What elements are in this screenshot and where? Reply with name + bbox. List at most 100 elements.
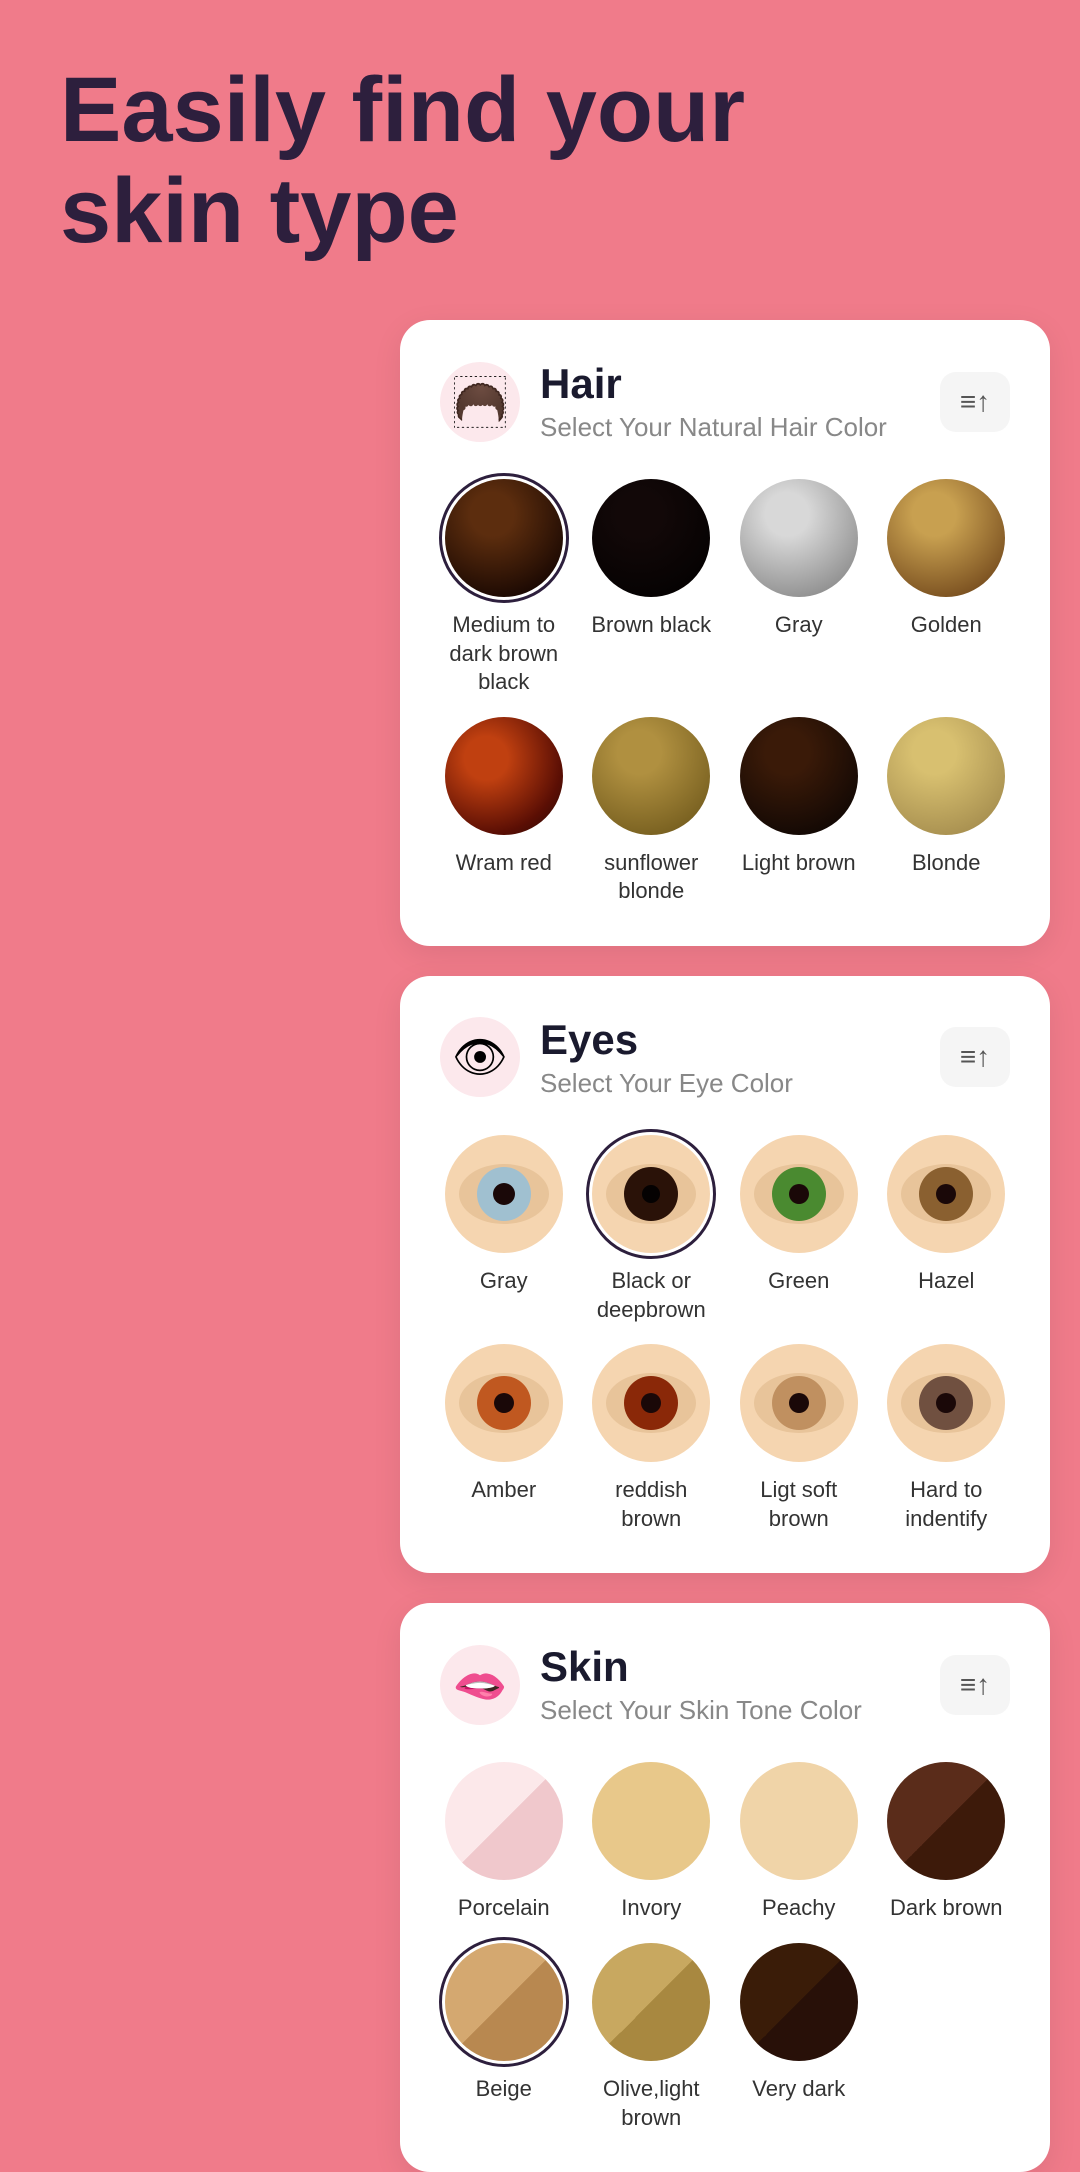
skin-circle-ivory	[592, 1762, 710, 1880]
skin-icon-bg: 🫦	[440, 1645, 520, 1725]
hair-label-gray: Gray	[775, 611, 823, 640]
eye-label-ligt-soft: Ligt soft brown	[735, 1476, 863, 1533]
eye-label-gray: Gray	[480, 1267, 528, 1296]
skin-filter-icon: ≡↑	[960, 1669, 990, 1701]
hair-label-brown-black: Brown black	[591, 611, 711, 640]
eyes-card: 👁 Eyes Select Your Eye Color ≡↑	[400, 976, 1050, 1573]
hair-filter-button[interactable]: ≡↑	[940, 372, 1010, 432]
hair-circle-golden	[887, 479, 1005, 597]
hair-color-warm-red[interactable]: Wram red	[440, 717, 568, 906]
eye-color-gray[interactable]: Gray	[440, 1135, 568, 1324]
eyes-filter-button[interactable]: ≡↑	[940, 1027, 1010, 1087]
hair-title: Hair	[540, 360, 887, 408]
eye-color-reddish[interactable]: reddish brown	[588, 1344, 716, 1533]
eye-circle-green	[740, 1135, 858, 1253]
hair-color-sunflower[interactable]: sunflower blonde	[588, 717, 716, 906]
eyes-color-grid: Gray Black or deepbrown	[440, 1135, 1010, 1533]
skin-card-header: 🫦 Skin Select Your Skin Tone Color ≡↑	[440, 1643, 1010, 1726]
eye-label-black-deep: Black or deepbrown	[588, 1267, 716, 1324]
skin-label-olive-light: Olive,light brown	[588, 2075, 716, 2132]
eye-circle-hazel	[887, 1135, 1005, 1253]
eye-circle-gray	[445, 1135, 563, 1253]
eye-color-hazel[interactable]: Hazel	[883, 1135, 1011, 1324]
skin-circle-very-dark	[740, 1943, 858, 2061]
skin-title-group: Skin Select Your Skin Tone Color	[540, 1643, 862, 1726]
eye-circle-amber	[445, 1344, 563, 1462]
hair-label-light-brown: Light brown	[742, 849, 856, 878]
skin-circle-dark-brown	[887, 1762, 1005, 1880]
skin-color-porcelain[interactable]: Porcelain	[440, 1762, 568, 1923]
eye-circle-ligt-soft	[740, 1344, 858, 1462]
hair-circle-warm-red	[445, 717, 563, 835]
eyes-header-left: 👁 Eyes Select Your Eye Color	[440, 1016, 793, 1099]
hair-color-golden[interactable]: Golden	[883, 479, 1011, 697]
eye-label-reddish: reddish brown	[588, 1476, 716, 1533]
skin-circle-olive-light	[592, 1943, 710, 2061]
hair-filter-icon: ≡↑	[960, 386, 990, 418]
eye-color-amber[interactable]: Amber	[440, 1344, 568, 1533]
skin-circle-peachy	[740, 1762, 858, 1880]
eye-color-green[interactable]: Green	[735, 1135, 863, 1324]
eye-color-hard[interactable]: Hard to indentify	[883, 1344, 1011, 1533]
eye-circle-reddish	[592, 1344, 710, 1462]
eyes-title: Eyes	[540, 1016, 793, 1064]
skin-label-ivory: Invory	[621, 1894, 681, 1923]
hair-header-left: 🦱 Hair Select Your Natural Hair Color	[440, 360, 887, 443]
hair-label-medium-dark: Medium to dark brown black	[440, 611, 568, 697]
eye-color-ligt-soft[interactable]: Ligt soft brown	[735, 1344, 863, 1533]
eyes-subtitle: Select Your Eye Color	[540, 1068, 793, 1099]
skin-circle-beige	[445, 1943, 563, 2061]
skin-label-peachy: Peachy	[762, 1894, 835, 1923]
hair-color-gray[interactable]: Gray	[735, 479, 863, 697]
eye-label-hazel: Hazel	[918, 1267, 974, 1296]
eyes-filter-icon: ≡↑	[960, 1041, 990, 1073]
hair-color-brown-black[interactable]: Brown black	[588, 479, 716, 697]
eye-label-green: Green	[768, 1267, 829, 1296]
hair-label-golden: Golden	[911, 611, 982, 640]
hero-section: Easily find your skin type	[60, 60, 745, 262]
hair-color-blonde[interactable]: Blonde	[883, 717, 1011, 906]
skin-color-grid: Porcelain Invory Peachy Dark brown Beige	[440, 1762, 1010, 2132]
skin-color-peachy[interactable]: Peachy	[735, 1762, 863, 1923]
skin-icon: 🫦	[453, 1659, 508, 1711]
skin-label-porcelain: Porcelain	[458, 1894, 550, 1923]
hair-circle-sunflower	[592, 717, 710, 835]
hair-circle-blonde	[887, 717, 1005, 835]
skin-title: Skin	[540, 1643, 862, 1691]
hair-title-group: Hair Select Your Natural Hair Color	[540, 360, 887, 443]
eye-circle-black-deep	[592, 1135, 710, 1253]
skin-header-left: 🫦 Skin Select Your Skin Tone Color	[440, 1643, 862, 1726]
skin-color-olive-light[interactable]: Olive,light brown	[588, 1943, 716, 2132]
hair-label-warm-red: Wram red	[456, 849, 552, 878]
eye-circle-hard	[887, 1344, 1005, 1462]
skin-label-very-dark: Very dark	[752, 2075, 845, 2104]
eye-label-amber: Amber	[471, 1476, 536, 1505]
hair-color-light-brown[interactable]: Light brown	[735, 717, 863, 906]
skin-circle-porcelain	[445, 1762, 563, 1880]
hair-label-blonde: Blonde	[912, 849, 981, 878]
hair-color-medium-dark[interactable]: Medium to dark brown black	[440, 479, 568, 697]
skin-color-dark-brown[interactable]: Dark brown	[883, 1762, 1011, 1923]
hair-card: 🦱 Hair Select Your Natural Hair Color ≡↑…	[400, 320, 1050, 946]
hair-circle-light-brown	[740, 717, 858, 835]
hair-circle-gray	[740, 479, 858, 597]
hair-icon-bg: 🦱	[440, 362, 520, 442]
skin-subtitle: Select Your Skin Tone Color	[540, 1695, 862, 1726]
eyes-icon: 👁	[452, 1031, 508, 1083]
hair-label-sunflower: sunflower blonde	[588, 849, 716, 906]
eyes-card-header: 👁 Eyes Select Your Eye Color ≡↑	[440, 1016, 1010, 1099]
skin-color-beige[interactable]: Beige	[440, 1943, 568, 2132]
skin-filter-button[interactable]: ≡↑	[940, 1655, 1010, 1715]
eye-color-black-deep[interactable]: Black or deepbrown	[588, 1135, 716, 1324]
hair-circle-brown-black	[592, 479, 710, 597]
skin-color-ivory[interactable]: Invory	[588, 1762, 716, 1923]
hero-title: Easily find your skin type	[60, 60, 745, 262]
hair-card-header: 🦱 Hair Select Your Natural Hair Color ≡↑	[440, 360, 1010, 443]
skin-label-beige: Beige	[476, 2075, 532, 2104]
eyes-icon-bg: 👁	[440, 1017, 520, 1097]
skin-color-very-dark[interactable]: Very dark	[735, 1943, 863, 2132]
skin-card: 🫦 Skin Select Your Skin Tone Color ≡↑ Po…	[400, 1603, 1050, 2172]
hair-icon: 🦱	[453, 376, 508, 428]
eye-label-hard: Hard to indentify	[883, 1476, 1011, 1533]
hair-subtitle: Select Your Natural Hair Color	[540, 412, 887, 443]
